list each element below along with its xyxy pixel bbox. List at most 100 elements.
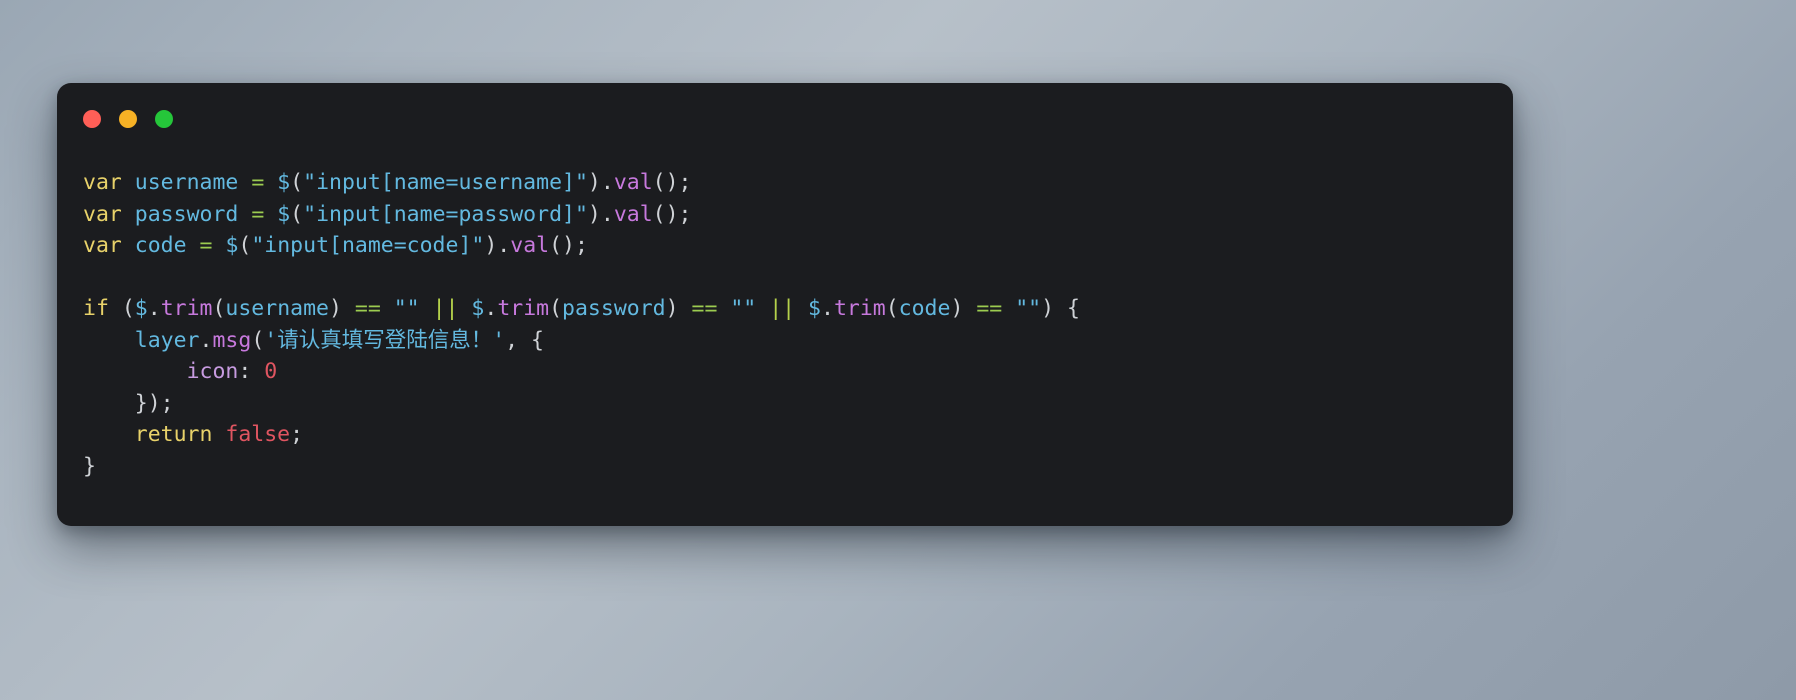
- code-token: =: [199, 233, 213, 258]
- code-token: ): [484, 233, 498, 258]
- code-token: .: [820, 296, 834, 321]
- code-token: "input[name=code]": [251, 233, 485, 258]
- code-token: .: [147, 296, 161, 321]
- code-token: $: [471, 296, 485, 321]
- code-editor-area[interactable]: var username = $("input[name=username]")…: [57, 167, 1513, 526]
- code-token: val: [613, 201, 653, 227]
- code-token: password: [562, 296, 666, 321]
- code-token: (: [290, 170, 304, 195]
- code-token: msg: [212, 327, 252, 353]
- code-token: ||: [769, 296, 796, 321]
- code-token: username: [134, 170, 239, 195]
- code-token: "": [730, 296, 757, 321]
- code-line: var username = $("input[name=username]")…: [83, 170, 692, 195]
- code-line: var password = $("input[name=password]")…: [83, 202, 692, 227]
- code-token: , {: [505, 327, 544, 353]
- code-token: var: [83, 170, 122, 195]
- code-token: $: [134, 296, 148, 321]
- code-token: layer: [134, 327, 200, 353]
- code-line: });: [83, 391, 174, 416]
- code-token: trim: [833, 296, 886, 321]
- code-token: username: [225, 296, 329, 321]
- code-token: ();: [652, 201, 692, 227]
- code-token: ();: [652, 170, 692, 195]
- code-token: if: [83, 296, 109, 321]
- code-token: val: [613, 170, 653, 195]
- code-token: "input[name=password]": [303, 201, 588, 227]
- code-line: icon: 0: [83, 359, 278, 384]
- minimize-window-dot[interactable]: [119, 110, 137, 128]
- code-token: ): [665, 296, 692, 321]
- code-token: ();: [549, 233, 588, 258]
- code-token: ): [328, 296, 355, 321]
- code-token: code: [134, 233, 187, 258]
- code-token: (: [212, 296, 226, 321]
- code-token: .: [199, 327, 213, 353]
- code-token: 0: [264, 359, 278, 384]
- code-token: $: [277, 170, 291, 195]
- code-token: "input[name=username]": [303, 170, 588, 195]
- code-token: :: [238, 359, 265, 384]
- code-token: ||: [432, 296, 459, 321]
- code-token: "": [393, 296, 420, 321]
- code-token: (: [885, 296, 899, 321]
- code-line: var code = $("input[name=code]").val();: [83, 233, 588, 258]
- code-line: layer.msg('请认真填写登陆信息！', {: [83, 328, 544, 353]
- code-token: =: [251, 170, 265, 195]
- code-token: ;: [290, 422, 304, 447]
- code-token: trim: [160, 296, 213, 321]
- screenshot-stage: var username = $("input[name=username]")…: [0, 0, 1796, 700]
- code-token: $: [225, 233, 239, 258]
- code-token: (: [290, 201, 304, 227]
- code-line: if ($.trim(username) == "" || $.trim(pas…: [83, 296, 1080, 321]
- code-token: icon: [186, 359, 239, 384]
- code-token: =: [251, 201, 265, 227]
- code-token: ): [587, 201, 601, 227]
- code-token: (: [251, 327, 265, 353]
- code-token: "": [1015, 296, 1042, 321]
- code-block: var username = $("input[name=username]")…: [83, 167, 1487, 482]
- code-token: });: [83, 390, 174, 416]
- code-token: $: [808, 296, 821, 321]
- code-token: ==: [691, 296, 718, 321]
- code-token: var: [83, 201, 122, 227]
- code-token: .: [497, 233, 511, 258]
- maximize-window-dot[interactable]: [155, 110, 173, 128]
- code-token: '请认真填写登陆信息！': [264, 327, 506, 353]
- code-token: $: [277, 201, 291, 227]
- code-token: false: [225, 422, 291, 447]
- code-token: return: [134, 422, 213, 447]
- code-snippet-window: var username = $("input[name=username]")…: [57, 83, 1513, 526]
- code-token: .: [600, 170, 614, 195]
- window-titlebar: [57, 83, 1513, 155]
- code-token: .: [600, 201, 614, 227]
- code-token: password: [134, 201, 239, 227]
- code-token: (: [549, 296, 563, 321]
- code-token: ==: [976, 296, 1003, 321]
- code-token: ==: [354, 296, 381, 321]
- code-token: val: [510, 233, 550, 258]
- close-window-dot[interactable]: [83, 110, 101, 128]
- code-token: (: [238, 233, 252, 258]
- code-line: return false;: [83, 422, 303, 447]
- code-token: ): [587, 170, 601, 195]
